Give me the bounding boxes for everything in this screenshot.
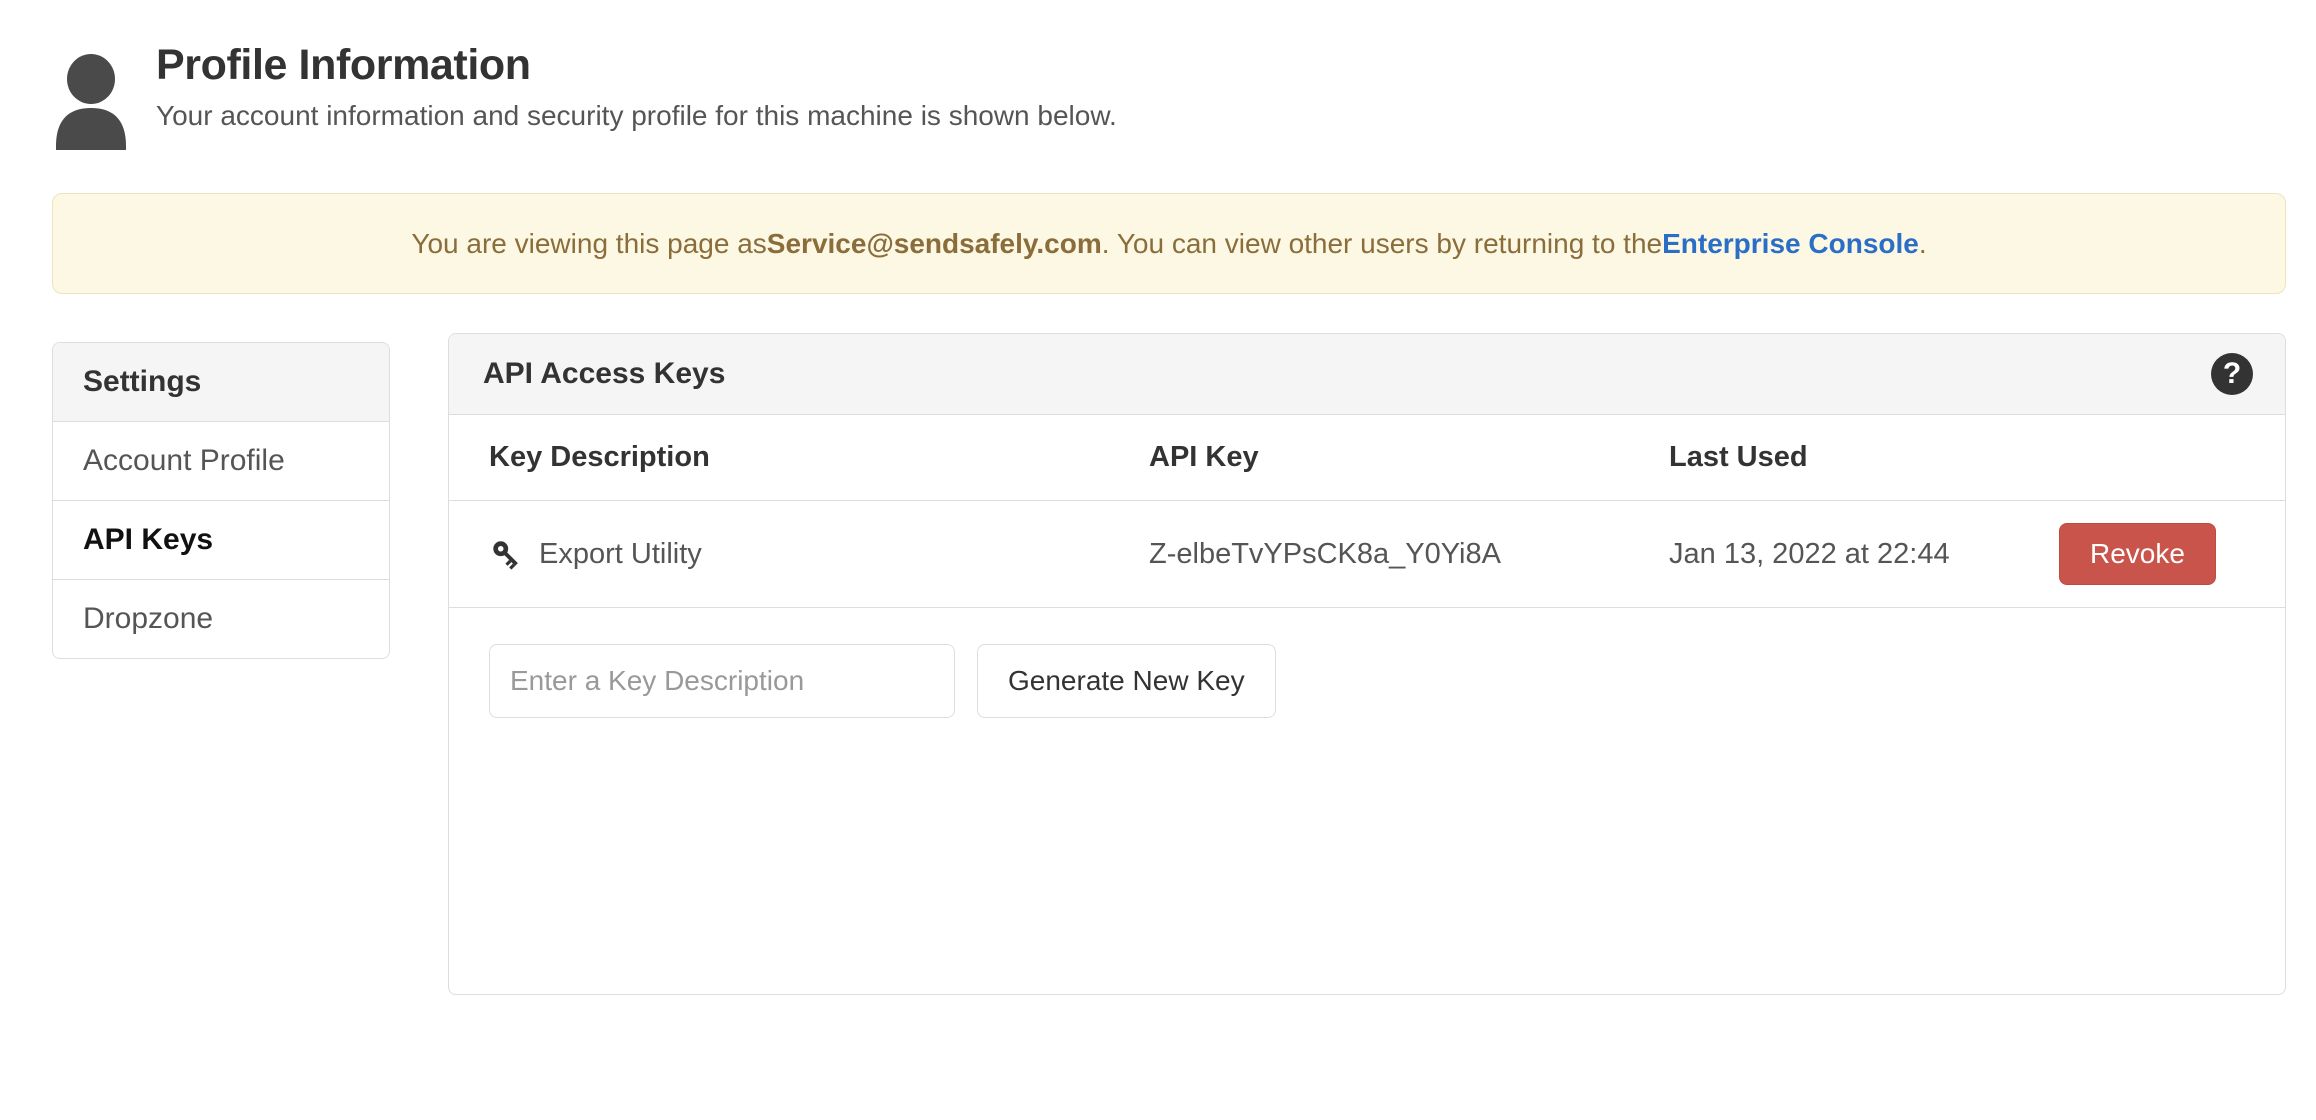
alert-account-email: Service@sendsafely.com [766, 227, 1102, 259]
column-header-last-used: Last Used [1669, 415, 2059, 501]
sidebar-header: Settings [53, 343, 389, 422]
panel-header: API Access Keys ? [449, 334, 2285, 415]
generate-new-key-button[interactable]: Generate New Key [977, 644, 1276, 718]
api-keys-table: Key Description API Key Last Used Export… [449, 415, 2285, 608]
new-key-form: Generate New Key [449, 608, 2285, 718]
sidebar-item-account-profile[interactable]: Account Profile [53, 422, 389, 501]
user-avatar-icon [56, 54, 126, 150]
key-icon [493, 541, 518, 570]
key-description-input[interactable] [489, 644, 955, 718]
column-header-api-key: API Key [1149, 415, 1669, 501]
key-description-text: Export Utility [539, 537, 702, 570]
alert-text-before: You are viewing this page as [411, 227, 767, 259]
page-header: Profile Information Your account informa… [52, 41, 1117, 150]
header-text-block: Profile Information Your account informa… [156, 41, 1117, 133]
cell-last-used: Jan 13, 2022 at 22:44 [1669, 500, 2059, 608]
sidebar-item-label: Dropzone [83, 602, 214, 635]
sidebar-item-label: API Keys [83, 523, 214, 556]
settings-sidebar: Settings Account Profile API Keys Dropzo… [52, 342, 390, 659]
question-mark-help-icon[interactable]: ? [2211, 353, 2253, 395]
column-header-key-description: Key Description [449, 415, 1149, 501]
enterprise-console-link[interactable]: Enterprise Console [1662, 229, 1919, 258]
panel-title: API Access Keys [483, 357, 726, 390]
table-row: Export Utility Z-elbeTvYPsCK8a_Y0Yi8A Ja… [449, 500, 2285, 608]
column-header-actions [2059, 415, 2285, 501]
alert-text-middle: . You can view other users by returning … [1101, 227, 1663, 259]
cell-key-description: Export Utility [449, 500, 1149, 608]
revoke-button[interactable]: Revoke [2059, 523, 2216, 585]
cell-actions: Revoke [2059, 500, 2285, 608]
profile-information-page: Profile Information Your account informa… [0, 0, 2316, 1120]
sidebar-item-label: Account Profile [83, 444, 285, 477]
table-header-row: Key Description API Key Last Used [449, 415, 2285, 501]
cell-api-key: Z-elbeTvYPsCK8a_Y0Yi8A [1149, 500, 1669, 608]
impersonation-alert-banner: You are viewing this page as Service@sen… [52, 193, 2286, 294]
sidebar-item-api-keys[interactable]: API Keys [53, 501, 389, 580]
api-access-keys-panel: API Access Keys ? Key Description API Ke… [448, 333, 2286, 995]
alert-text-after: . [1918, 227, 1927, 259]
page-subtitle: Your account information and security pr… [156, 100, 1117, 132]
sidebar-item-dropzone[interactable]: Dropzone [53, 580, 389, 658]
page-title: Profile Information [156, 41, 531, 89]
